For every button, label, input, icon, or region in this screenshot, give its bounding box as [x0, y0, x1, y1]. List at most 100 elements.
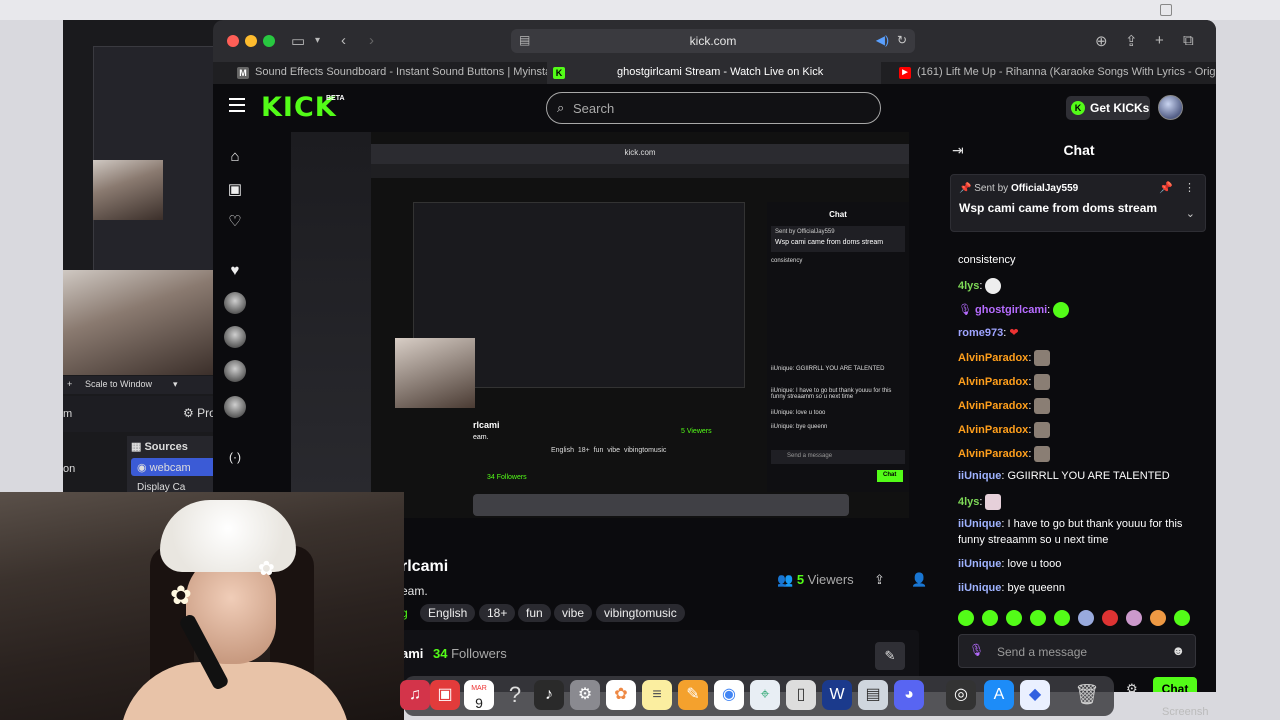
follow-user-icon[interactable]: 👤	[911, 572, 927, 588]
chat-message: AlvinParadox:	[958, 446, 1051, 462]
followers-count: 34 Followers	[433, 646, 507, 661]
tab-kick-stream[interactable]: K ghostgirlcami Stream - Watch Live on K…	[547, 62, 881, 84]
edit-button[interactable]: ✎	[875, 642, 905, 670]
url-text: kick.com	[689, 34, 737, 48]
chevron-down-icon[interactable]: ▾	[173, 379, 178, 390]
photos-icon[interactable]: ✿	[606, 680, 636, 710]
photo-booth-icon[interactable]: ▣	[430, 680, 460, 710]
forward-icon[interactable]: ›	[369, 32, 374, 49]
menu-icon[interactable]	[229, 98, 245, 112]
new-tab-icon[interactable]: +	[1155, 32, 1164, 49]
discord-icon[interactable]: ◕	[894, 680, 924, 710]
speaker-icon[interactable]: ◀)	[876, 33, 889, 47]
sidebar-toggle-icon[interactable]: ▭	[291, 32, 305, 50]
mirror-thumbnail	[93, 160, 163, 220]
pinned-sender: 📌 Sent by OfficialJay559	[959, 183, 1079, 194]
obs-icon[interactable]: ◎	[946, 680, 976, 710]
menu-bar-icon[interactable]	[1160, 4, 1172, 16]
emote-icon	[985, 494, 1002, 510]
emote-icon	[958, 610, 974, 626]
nested-webcam	[395, 338, 475, 408]
channel-avatar[interactable]	[224, 326, 246, 348]
tag-english[interactable]: English	[420, 604, 476, 622]
notes-icon[interactable]: ≡	[642, 680, 672, 710]
tab-youtube[interactable]: ▶ (161) Lift Me Up - Rihanna (Karaoke So…	[893, 62, 1216, 84]
quick-emote-bar[interactable]	[958, 610, 1198, 628]
webex-icon[interactable]: W	[822, 680, 852, 710]
source-webcam[interactable]: ◉ webcam	[131, 458, 219, 476]
kicks-icon: K	[1071, 101, 1085, 115]
chat-message: iiUnique: I have to go but thank youuu f…	[958, 518, 1183, 530]
maps-icon[interactable]: ⌖	[750, 680, 780, 710]
pages-icon[interactable]: ✎	[678, 680, 708, 710]
chat-message-input[interactable]: 🎙 Send a message ☻	[958, 634, 1196, 668]
menu-bar	[0, 0, 1280, 20]
dock-app-icon[interactable]: ♫	[400, 680, 430, 710]
share-icon[interactable]: ⇪	[1125, 32, 1138, 50]
pin-icon: 📌	[959, 183, 972, 194]
address-bar[interactable]: ▤ kick.com ◀) ↻	[511, 29, 915, 53]
iphone-mirroring-icon[interactable]: ▯	[786, 680, 816, 710]
chat-message: iiUnique: GGIIRRLL YOU ARE TALENTED	[958, 470, 1170, 482]
tag-vibingtomusic[interactable]: vibingtomusic	[596, 604, 685, 622]
share-icon[interactable]: ⇪	[874, 572, 885, 588]
help-icon[interactable]: ?	[500, 680, 530, 710]
maximize-window-button[interactable]	[263, 35, 275, 47]
followers-channel-name: ami	[401, 646, 424, 661]
emoji-picker-icon[interactable]: ☻	[1171, 643, 1185, 658]
tab-bar: M Sound Effects Soundboard - Instant Sou…	[213, 62, 1216, 84]
preview-icon[interactable]: ▤	[858, 680, 888, 710]
unpin-icon[interactable]: 📌	[1159, 181, 1173, 194]
reload-icon[interactable]: ↻	[897, 33, 907, 47]
pinned-message[interactable]: 📌 Sent by OfficialJay559 📌 ⋮ Wsp cami ca…	[950, 174, 1206, 232]
chat-message: rome973: ❤	[958, 327, 1019, 339]
tag-fun[interactable]: fun	[518, 604, 551, 622]
channel-avatar[interactable]	[224, 292, 246, 314]
garageband-icon[interactable]: ♪	[534, 680, 564, 710]
get-kicks-button[interactable]: K Get KICKs	[1066, 96, 1150, 120]
user-avatar[interactable]	[1158, 95, 1183, 120]
tag-vibe[interactable]: vibe	[554, 604, 593, 622]
more-options-icon[interactable]: ⋮	[1184, 181, 1195, 194]
channel-avatar[interactable]	[224, 396, 246, 418]
dock-app-icon[interactable]: ◆	[1020, 680, 1050, 710]
following-icon[interactable]: ♡	[225, 212, 245, 232]
channel-avatar[interactable]	[224, 360, 246, 382]
emote-icon	[1102, 610, 1118, 626]
scale-to-window-label[interactable]: Scale to Window	[85, 379, 152, 389]
chrome-icon[interactable]: ◉	[714, 680, 744, 710]
download-icon[interactable]: ⊕	[1095, 32, 1108, 50]
home-icon[interactable]: ⌂	[225, 148, 245, 168]
emote-icon	[1126, 610, 1142, 626]
close-window-button[interactable]	[227, 35, 239, 47]
properties-button[interactable]: ⚙ Pro	[183, 406, 216, 420]
chat-message: iiUnique: bye queenn	[958, 582, 1066, 594]
tab-overview-icon[interactable]: ⧉	[1183, 32, 1194, 49]
screenshot-thumbnail-label: Screensh	[1162, 706, 1209, 718]
chat-message: 🎙 ghostgirlcami:	[958, 302, 1070, 318]
emote-icon	[982, 610, 998, 626]
minimize-window-button[interactable]	[245, 35, 257, 47]
chevron-down-icon[interactable]: ▾	[315, 35, 320, 46]
system-settings-icon[interactable]: ⚙	[570, 680, 600, 710]
app-store-icon[interactable]: A	[984, 680, 1014, 710]
channel-name[interactable]: rlcami	[401, 558, 448, 576]
sources-panel: ▦ Sources ◉ webcam Display Ca	[127, 436, 223, 495]
back-icon[interactable]: ‹	[341, 32, 346, 49]
trash-icon[interactable]: 🗑	[1072, 680, 1102, 710]
chat-send-button[interactable]: Chat	[1153, 677, 1197, 692]
tag-18plus[interactable]: 18+	[479, 604, 516, 622]
search-input[interactable]: ⌕ Search	[546, 92, 881, 124]
chat-message: AlvinParadox:	[958, 422, 1051, 438]
mirror-toolbar: m ⚙ Pro	[63, 396, 223, 432]
nested-toolbar: kick.com	[371, 144, 909, 164]
tab-myinstants[interactable]: M Sound Effects Soundboard - Instant Sou…	[231, 62, 547, 84]
expand-sidebar-icon[interactable]: (·)	[225, 450, 245, 470]
stream-video-player[interactable]: kick.com Chat Sent by OfficialJay559 Wsp…	[291, 132, 909, 518]
chevron-down-icon[interactable]: ⌄	[1186, 207, 1195, 220]
mic-icon[interactable]: 🎙	[969, 643, 984, 657]
calendar-icon[interactable]: MAR 9	[464, 680, 494, 711]
browse-icon[interactable]: ▣	[225, 180, 245, 200]
mic-badge-icon: 🎙	[958, 303, 976, 316]
gear-icon[interactable]: ⚙	[1126, 681, 1138, 692]
